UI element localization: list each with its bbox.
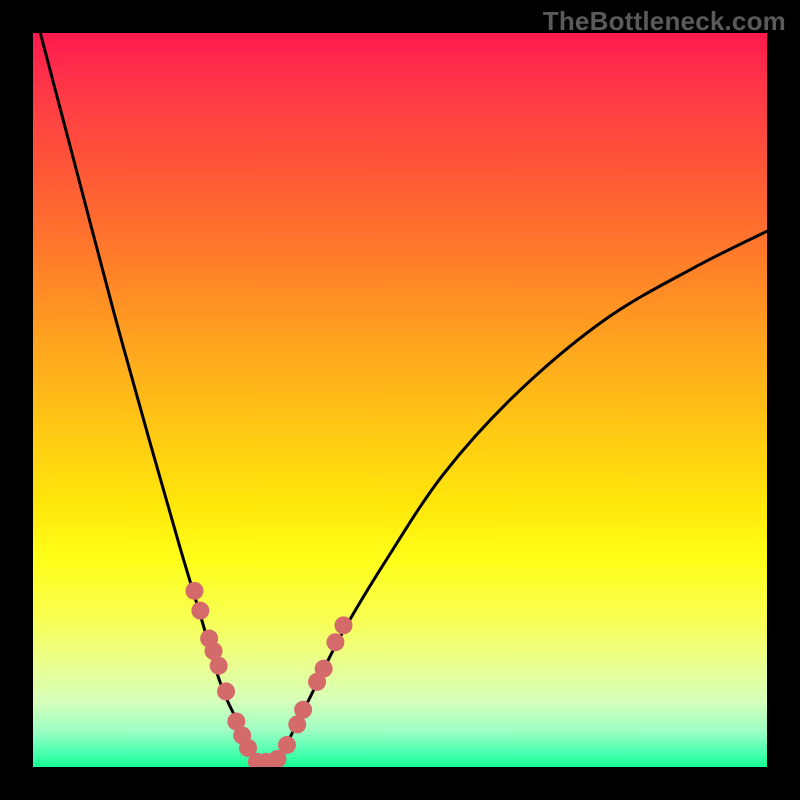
scatter-dot — [217, 682, 235, 700]
scatter-dot — [326, 633, 344, 651]
watermark-label: TheBottleneck.com — [543, 6, 786, 37]
curve-right-curve — [275, 231, 767, 767]
plot-area — [33, 33, 767, 767]
chart-svg — [33, 33, 767, 767]
curve-left-curve — [40, 33, 260, 767]
scatter-dot — [315, 660, 333, 678]
curve-lines — [40, 33, 767, 767]
scatter-dot — [334, 616, 352, 634]
scatter-dot — [294, 701, 312, 719]
chart-frame: TheBottleneck.com — [0, 0, 800, 800]
scatter-dot — [191, 602, 209, 620]
scatter-dot — [278, 736, 296, 754]
scatter-dot — [185, 582, 203, 600]
scatter-dot — [210, 657, 228, 675]
scatter-dots — [185, 582, 352, 767]
